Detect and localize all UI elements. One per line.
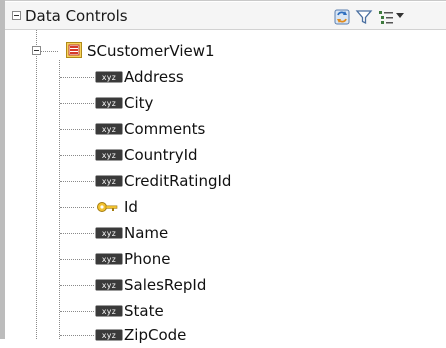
tree-item-countryid[interactable]: xyz CountryId: [0, 142, 446, 168]
text-attribute-icon: xyz: [95, 305, 123, 317]
tree-item-zipcode[interactable]: xyz ZipCode: [0, 322, 446, 348]
collapse-node-icon[interactable]: [32, 46, 41, 55]
data-controls-header[interactable]: Data Controls: [5, 2, 446, 30]
attribute-label: State: [124, 302, 164, 320]
refresh-icon[interactable]: [333, 8, 351, 26]
svg-text:xyz: xyz: [102, 307, 117, 316]
view-options-icon[interactable]: [377, 8, 395, 26]
text-attribute-icon: xyz: [95, 279, 123, 291]
tree-node-label: SCustomerView1: [87, 42, 215, 60]
svg-text:xyz: xyz: [102, 99, 117, 108]
tree-item-id[interactable]: Id: [0, 194, 446, 220]
attribute-label: CreditRatingId: [124, 172, 232, 190]
attribute-label: SalesRepId: [124, 276, 207, 294]
text-attribute-icon: xyz: [95, 227, 123, 239]
tree-item-address[interactable]: xyz Address: [0, 64, 446, 90]
tree-item-name[interactable]: xyz Name: [0, 220, 446, 246]
svg-text:xyz: xyz: [102, 281, 117, 290]
attribute-label: Phone: [124, 250, 171, 268]
attribute-label: Id: [124, 198, 138, 216]
key-attribute-icon: [97, 202, 118, 212]
tree-item-phone[interactable]: xyz Phone: [0, 246, 446, 272]
filter-icon[interactable]: [355, 8, 373, 26]
text-attribute-icon: xyz: [95, 175, 123, 187]
svg-text:xyz: xyz: [102, 73, 117, 82]
tree-item-city[interactable]: xyz City: [0, 90, 446, 116]
svg-text:xyz: xyz: [102, 177, 117, 186]
svg-text:xyz: xyz: [102, 151, 117, 160]
text-attribute-icon: xyz: [95, 329, 123, 341]
panel-top-border: [5, 0, 446, 1]
attribute-label: City: [124, 94, 154, 112]
tree-item-salesrepid[interactable]: xyz SalesRepId: [0, 272, 446, 298]
dropdown-arrow-icon[interactable]: [396, 13, 404, 19]
attribute-label: Name: [124, 224, 169, 242]
text-attribute-icon: xyz: [95, 97, 123, 109]
svg-text:xyz: xyz: [102, 255, 117, 264]
attribute-label: CountryId: [124, 146, 198, 164]
tree-node-scustomerview1[interactable]: SCustomerView1: [0, 38, 446, 64]
attribute-label: ZipCode: [124, 326, 187, 344]
svg-text:xyz: xyz: [102, 125, 117, 134]
text-attribute-icon: xyz: [95, 253, 123, 265]
panel-title: Data Controls: [25, 7, 128, 25]
attribute-label: Comments: [124, 120, 206, 138]
collapse-panel-icon[interactable]: [12, 11, 21, 20]
tree-item-creditratingid[interactable]: xyz CreditRatingId: [0, 168, 446, 194]
tree-item-comments[interactable]: xyz Comments: [0, 116, 446, 142]
text-attribute-icon: xyz: [95, 149, 123, 161]
svg-text:xyz: xyz: [102, 229, 117, 238]
text-attribute-icon: xyz: [95, 123, 123, 135]
view-object-icon: [66, 42, 82, 58]
attribute-label: Address: [124, 68, 184, 86]
text-attribute-icon: xyz: [95, 71, 123, 83]
tree-item-state[interactable]: xyz State: [0, 298, 446, 324]
